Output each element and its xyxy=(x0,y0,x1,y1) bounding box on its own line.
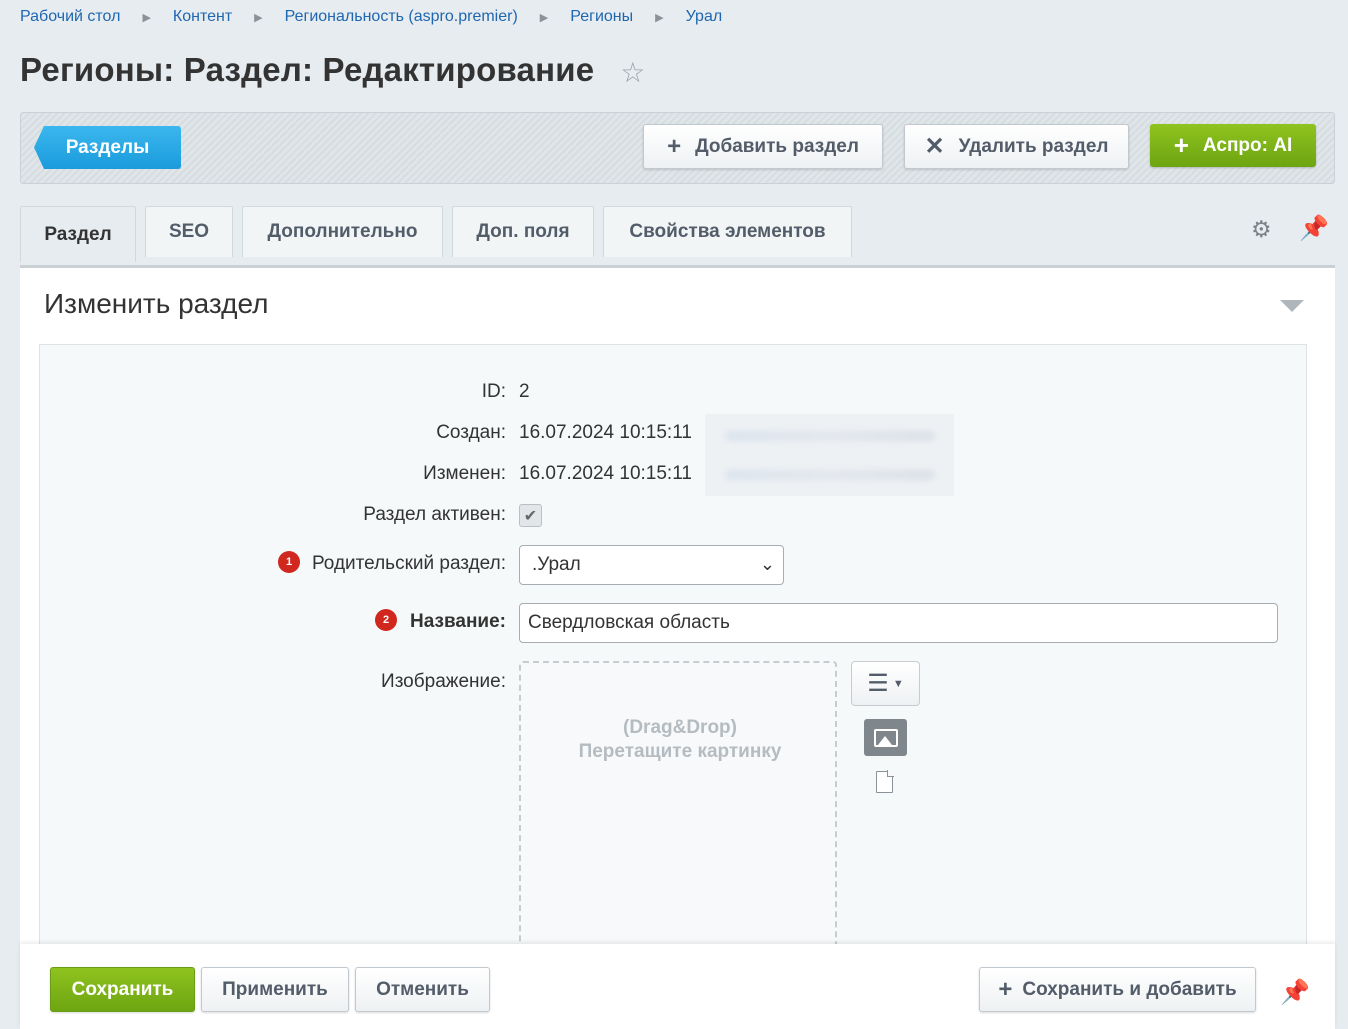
aspro-ai-button[interactable]: + Аспро: AI xyxy=(1150,124,1316,167)
image-dropzone[interactable]: (Drag&Drop) Перетащите картинку xyxy=(519,661,837,961)
id-value: 2 xyxy=(519,381,530,402)
redacted-line xyxy=(725,431,935,441)
sections-button[interactable]: Разделы xyxy=(34,126,181,169)
redacted-line xyxy=(725,470,935,480)
name-hint-badge[interactable]: 2 xyxy=(375,609,397,631)
modified-value: 16.07.2024 10:15:11 xyxy=(519,463,692,484)
dropzone-line1: (Drag&Drop) xyxy=(623,717,737,738)
dropzone-line2: Перетащите картинку xyxy=(578,741,782,762)
parent-hint-badge[interactable]: 1 xyxy=(278,551,300,573)
parent-section-select[interactable]: .Урал ⌄ xyxy=(519,545,784,585)
delete-section-button[interactable]: ✕ Удалить раздел xyxy=(904,124,1129,169)
add-section-label: Добавить раздел xyxy=(695,135,859,157)
created-value: 16.07.2024 10:15:11 xyxy=(519,422,692,443)
menu-icon: ☰ xyxy=(867,670,889,697)
tab-element-properties[interactable]: Свойства элементов xyxy=(603,206,852,257)
pin-icon[interactable]: 📌 xyxy=(1299,214,1329,243)
cancel-button[interactable]: Отменить xyxy=(355,967,490,1012)
save-and-add-button[interactable]: + Сохранить и добавить xyxy=(979,967,1256,1012)
breadcrumb-item-desktop[interactable]: Рабочий стол xyxy=(20,8,120,26)
tab-extra-fields[interactable]: Доп. поля xyxy=(452,206,594,257)
file-icon[interactable] xyxy=(876,770,894,793)
breadcrumb-item-regionality[interactable]: Региональность (aspro.premier) xyxy=(285,8,518,26)
panel-title: Изменить раздел xyxy=(44,288,269,319)
active-label: Раздел активен: xyxy=(363,504,506,525)
chevron-right-icon: ▶ xyxy=(539,11,549,24)
breadcrumb-item-ural[interactable]: Урал xyxy=(686,8,723,26)
chevron-right-icon: ▶ xyxy=(254,11,263,24)
plus-icon: + xyxy=(998,975,1013,1003)
collapse-icon[interactable] xyxy=(1280,300,1304,312)
star-icon[interactable]: ☆ xyxy=(620,56,645,89)
page-title: Регионы: Раздел: Редактирование xyxy=(20,50,595,88)
image-label: Изображение: xyxy=(381,671,506,692)
save-button[interactable]: Сохранить xyxy=(50,967,195,1012)
page-title-row: Регионы: Раздел: Редактирование ☆ xyxy=(20,50,645,89)
plus-icon: + xyxy=(667,132,682,160)
image-upload-button[interactable] xyxy=(864,719,907,756)
breadcrumb: Рабочий стол ▶ Контент ▶ Региональность … xyxy=(20,8,722,26)
pin-icon[interactable]: 📌 xyxy=(1280,978,1310,1007)
image-icon xyxy=(873,728,898,747)
caret-down-icon: ▼ xyxy=(892,677,904,690)
breadcrumb-item-regions[interactable]: Регионы xyxy=(570,8,633,26)
chevron-right-icon: ▶ xyxy=(142,11,151,24)
chevron-right-icon: ▶ xyxy=(655,11,664,24)
active-checkbox[interactable]: ✔ xyxy=(519,504,542,527)
tab-section[interactable]: Раздел xyxy=(20,206,136,262)
name-label: Название: xyxy=(409,611,506,632)
close-icon: ✕ xyxy=(924,133,945,160)
tab-additional[interactable]: Дополнительно xyxy=(242,206,443,257)
chevron-down-icon: ⌄ xyxy=(759,554,775,574)
parent-label: Родительский раздел: xyxy=(311,553,506,574)
gear-icon[interactable]: ⚙ xyxy=(1251,216,1272,243)
add-section-button[interactable]: + Добавить раздел xyxy=(643,124,883,169)
id-label: ID: xyxy=(481,381,506,402)
tab-seo[interactable]: SEO xyxy=(145,206,233,257)
aspro-ai-label: Аспро: AI xyxy=(1202,134,1293,156)
parent-section-value: .Урал xyxy=(532,554,581,575)
modified-label: Изменен: xyxy=(423,463,506,484)
apply-button[interactable]: Применить xyxy=(201,967,349,1012)
redacted-user-info xyxy=(705,414,954,496)
image-menu-button[interactable]: ☰ ▼ xyxy=(851,661,920,706)
breadcrumb-item-content[interactable]: Контент xyxy=(173,8,232,26)
plus-icon: + xyxy=(1173,130,1189,160)
checkmark-icon: ✔ xyxy=(523,507,538,525)
created-label: Создан: xyxy=(436,422,506,443)
delete-section-label: Удалить раздел xyxy=(958,135,1109,157)
save-and-add-label: Сохранить и добавить xyxy=(1022,978,1237,1000)
name-input[interactable] xyxy=(519,603,1278,643)
